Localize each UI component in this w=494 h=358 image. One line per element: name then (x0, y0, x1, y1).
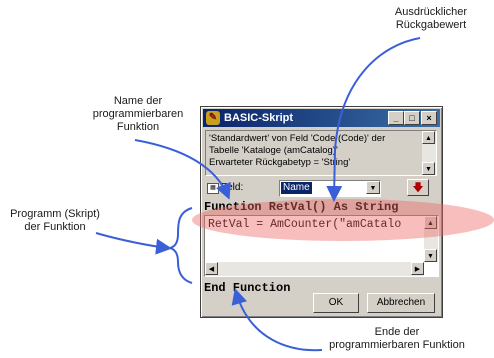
arrow-return-value (326, 37, 421, 202)
arrow-program (95, 232, 172, 255)
arrow-function-name (134, 139, 231, 200)
arrow-function-end (231, 288, 323, 352)
bracket-program (169, 207, 193, 284)
annotation-arrows (95, 37, 421, 352)
